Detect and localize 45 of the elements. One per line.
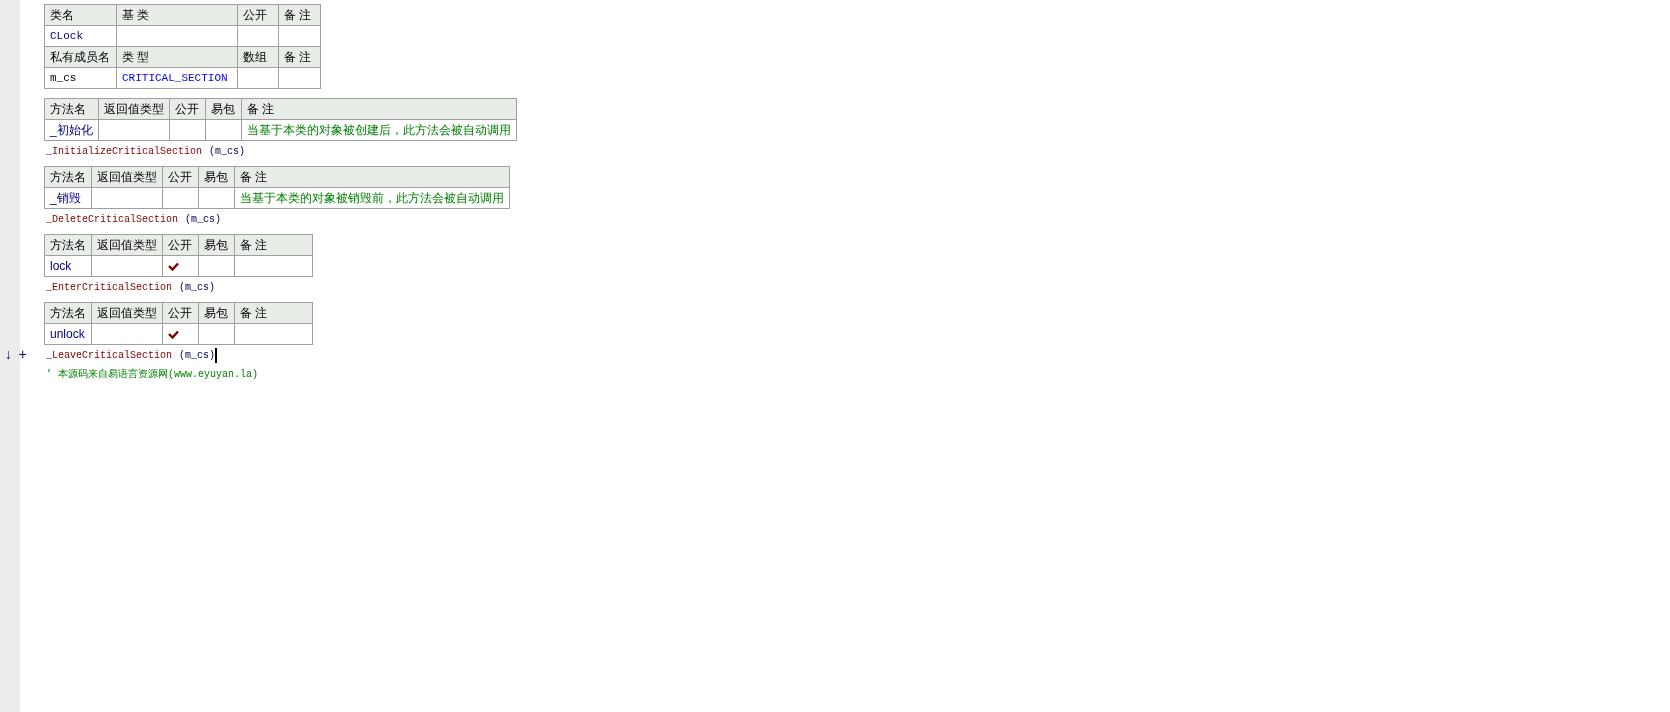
call-arguments: (m_cs) xyxy=(179,281,216,295)
remark-text: 当基于本类的对象被创建后，此方法会被自动调用 xyxy=(241,119,517,141)
column-header: 类名 xyxy=(44,4,117,26)
function-call: _InitializeCriticalSection xyxy=(46,145,203,159)
column-header: 私有成员名 xyxy=(44,46,117,68)
table-cell: CRITICAL_SECTION xyxy=(116,67,238,89)
function-call: _DeleteCriticalSection xyxy=(46,213,179,227)
gutter-marker[interactable]: + xyxy=(18,345,27,366)
column-header: 方法名 xyxy=(44,98,99,120)
column-header: 备 注 xyxy=(278,4,321,26)
method-name: _销毁 xyxy=(44,187,92,209)
column-header: 方法名 xyxy=(44,302,92,324)
column-header: 公开 xyxy=(169,98,206,120)
column-header: 返回值类型 xyxy=(91,166,163,188)
call-arguments: (m_cs) xyxy=(179,349,216,363)
method-name: _初始化 xyxy=(44,119,99,141)
column-header: 易包 xyxy=(198,234,235,256)
column-header: 公开 xyxy=(162,166,199,188)
table-cell: CLock xyxy=(44,25,117,47)
column-header: 备 注 xyxy=(234,302,313,324)
column-header: 易包 xyxy=(198,302,235,324)
remark-text: 当基于本类的对象被销毁前，此方法会被自动调用 xyxy=(234,187,510,209)
column-header: 易包 xyxy=(198,166,235,188)
column-header: 方法名 xyxy=(44,166,92,188)
column-header: 易包 xyxy=(205,98,242,120)
method-name: lock xyxy=(44,255,92,277)
column-header: 返回值类型 xyxy=(91,234,163,256)
column-header: 返回值类型 xyxy=(91,302,163,324)
column-header: 备 注 xyxy=(234,166,510,188)
function-call: _LeaveCriticalSection xyxy=(46,349,173,363)
method-name: unlock xyxy=(44,323,92,345)
column-header: 公开 xyxy=(237,4,279,26)
call-arguments: (m_cs) xyxy=(185,213,222,227)
table-cell: m_cs xyxy=(44,67,117,89)
column-header: 方法名 xyxy=(44,234,92,256)
code-comment: ' 本源码来自易语言资源网(www.eyuyan.la) xyxy=(45,367,259,382)
column-header: 返回值类型 xyxy=(98,98,170,120)
column-header: 备 注 xyxy=(241,98,517,120)
column-header: 公开 xyxy=(162,234,199,256)
function-call: _EnterCriticalSection xyxy=(46,281,173,295)
gutter-marker[interactable]: ↓ xyxy=(4,345,13,366)
column-header: 公开 xyxy=(162,302,199,324)
call-arguments: (m_cs) xyxy=(209,145,246,159)
column-header: 备 注 xyxy=(234,234,313,256)
column-header: 基 类 xyxy=(116,4,238,26)
